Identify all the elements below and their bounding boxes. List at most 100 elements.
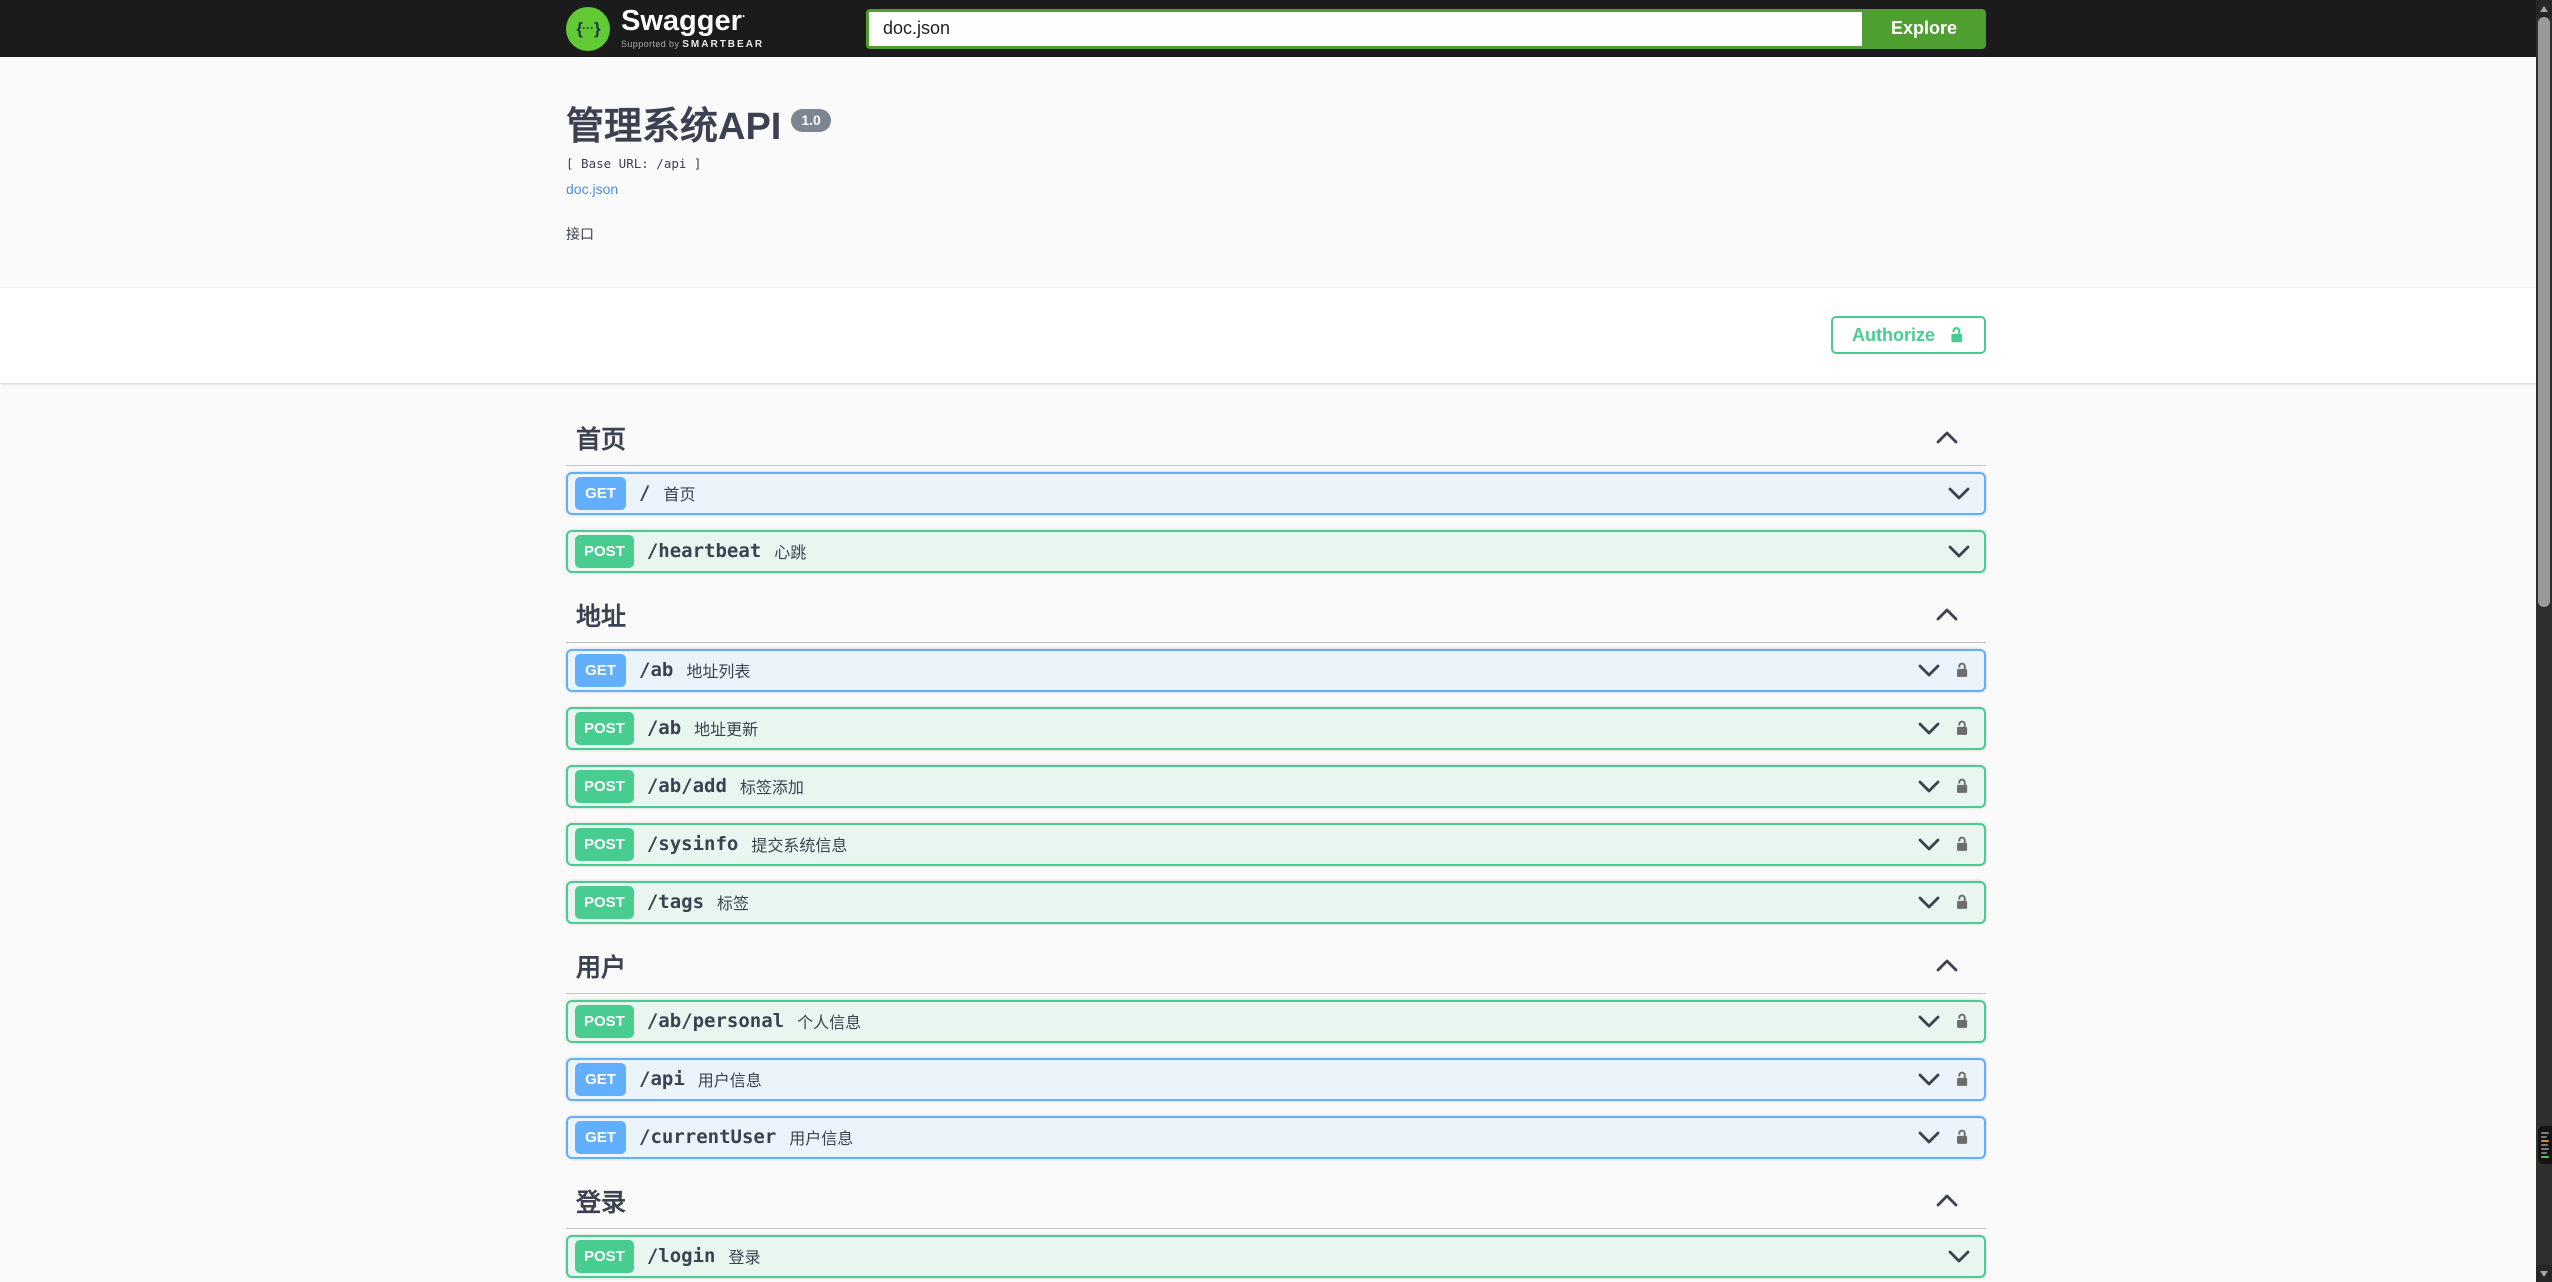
operation-row[interactable]: GET /currentUser 用户信息	[566, 1115, 1986, 1159]
lock-icon[interactable]	[1954, 718, 1970, 739]
minimap-widget	[2538, 1126, 2552, 1164]
chevron-up-icon[interactable]	[1936, 1194, 1958, 1207]
operations-list: 首页 GET / 首页 POST /heartbeat 心跳 地址 GET /a…	[566, 383, 1986, 1282]
method-badge: GET	[575, 653, 626, 687]
lock-icon[interactable]	[1954, 834, 1970, 855]
chevron-up-icon[interactable]	[1936, 959, 1958, 972]
page-title: 管理系统API 1.0	[566, 106, 1986, 149]
swagger-logo[interactable]: {···} Swagger. Supported by SMARTBEAR	[566, 6, 765, 51]
authorize-label: Authorize	[1852, 324, 1935, 345]
chevron-down-icon[interactable]	[1918, 838, 1940, 851]
api-tag-section: 用户 POST /ab/personal 个人信息 GET /api 用户信息	[566, 939, 1986, 1159]
api-tag-section: 首页 GET / 首页 POST /heartbeat 心跳	[566, 411, 1986, 573]
endpoint-summary: 用户信息	[697, 1073, 762, 1091]
endpoint-path: /api	[639, 1068, 685, 1091]
endpoint-summary: 标签	[717, 896, 750, 914]
operation-row[interactable]: POST /login 登录	[566, 1234, 1986, 1278]
explore-form: Explore	[866, 8, 1986, 49]
method-badge: POST	[575, 534, 634, 568]
chevron-down-icon[interactable]	[1948, 545, 1970, 558]
chevron-down-icon[interactable]	[1918, 1073, 1940, 1086]
info-section: 管理系统API 1.0 [ Base URL: /api ] doc.json 接…	[0, 57, 2552, 288]
endpoint-summary: 首页	[663, 487, 696, 505]
endpoint-path: /	[639, 482, 651, 505]
endpoint-path: /sysinfo	[646, 833, 739, 856]
scheme-container: Authorize	[0, 287, 2552, 383]
section-header[interactable]: 地址	[566, 588, 1986, 643]
operation-row[interactable]: POST /ab/personal 个人信息	[566, 999, 1986, 1043]
section-title: 登录	[576, 1188, 627, 1217]
endpoint-summary: 个人信息	[797, 1015, 862, 1033]
lock-icon[interactable]	[1954, 892, 1970, 913]
chevron-down-icon[interactable]	[1948, 487, 1970, 500]
chevron-down-icon[interactable]	[1948, 1250, 1970, 1263]
method-badge: POST	[575, 827, 634, 861]
scroll-up-button[interactable]	[2536, 0, 2552, 17]
lock-icon[interactable]	[1954, 1069, 1970, 1090]
version-badge: 1.0	[791, 109, 831, 133]
endpoint-summary: 地址更新	[694, 722, 759, 740]
operation-row[interactable]: POST /sysinfo 提交系统信息	[566, 822, 1986, 866]
base-url: [ Base URL: /api ]	[566, 155, 702, 171]
method-badge: GET	[575, 476, 626, 510]
operation-row[interactable]: GET / 首页	[566, 471, 1986, 515]
lock-icon[interactable]	[1954, 660, 1970, 681]
scroll-down-icon	[2540, 1270, 2548, 1277]
endpoint-path: /heartbeat	[646, 540, 762, 563]
endpoint-path: /ab/personal	[646, 1010, 785, 1033]
section-title: 用户	[576, 953, 627, 982]
authorize-button[interactable]: Authorize	[1831, 316, 1986, 355]
chevron-down-icon[interactable]	[1918, 722, 1940, 735]
scrollbar-thumb[interactable]	[2538, 17, 2550, 607]
section-title: 地址	[576, 602, 627, 631]
chevron-down-icon[interactable]	[1918, 664, 1940, 677]
explore-button[interactable]: Explore	[1862, 8, 1986, 49]
chevron-down-icon[interactable]	[1918, 1015, 1940, 1028]
operation-row[interactable]: GET /ab 地址列表	[566, 648, 1986, 692]
chevron-down-icon[interactable]	[1918, 896, 1940, 909]
method-badge: POST	[575, 769, 634, 803]
operation-row[interactable]: POST /ab 地址更新	[566, 706, 1986, 750]
method-badge: POST	[575, 711, 634, 745]
lock-icon[interactable]	[1954, 1127, 1970, 1148]
method-badge: POST	[575, 1239, 634, 1273]
endpoint-summary: 地址列表	[686, 664, 751, 682]
endpoint-path: /ab	[639, 659, 674, 682]
topbar: {···} Swagger. Supported by SMARTBEAR Ex…	[0, 0, 2552, 57]
operation-row[interactable]: POST /tags 标签	[566, 880, 1986, 924]
endpoint-summary: 提交系统信息	[751, 838, 848, 856]
operation-row[interactable]: GET /api 用户信息	[566, 1057, 1986, 1101]
chevron-up-icon[interactable]	[1936, 431, 1958, 444]
api-tag-section: 地址 GET /ab 地址列表 POST /ab 地址更新 POST /ab/a…	[566, 588, 1986, 924]
chevron-down-icon[interactable]	[1918, 780, 1940, 793]
endpoint-path: /currentUser	[639, 1126, 777, 1149]
spec-link[interactable]: doc.json	[566, 181, 618, 197]
endpoint-path: /tags	[646, 891, 705, 914]
operation-row[interactable]: POST /heartbeat 心跳	[566, 529, 1986, 573]
search-input[interactable]	[866, 8, 1862, 49]
lock-icon[interactable]	[1954, 1011, 1970, 1032]
endpoint-summary: 登录	[728, 1250, 761, 1268]
section-header[interactable]: 登录	[566, 1174, 1986, 1229]
swagger-logo-icon: {···}	[566, 6, 610, 51]
chevron-up-icon[interactable]	[1936, 608, 1958, 621]
scroll-up-icon	[2540, 5, 2548, 12]
lock-icon[interactable]	[1954, 776, 1970, 797]
scroll-down-button[interactable]	[2536, 1265, 2552, 1282]
endpoint-summary: 用户信息	[789, 1131, 854, 1149]
section-header[interactable]: 首页	[566, 411, 1986, 466]
operation-row[interactable]: POST /ab/add 标签添加	[566, 764, 1986, 808]
endpoint-summary: 心跳	[774, 545, 807, 563]
api-tag-section: 登录 POST /login 登录 POST /login/outLogin 退…	[566, 1174, 1986, 1282]
section-title: 首页	[576, 425, 627, 454]
chevron-down-icon[interactable]	[1918, 1131, 1940, 1144]
section-header[interactable]: 用户	[566, 939, 1986, 994]
unlock-icon	[1948, 325, 1965, 346]
method-badge: GET	[575, 1120, 626, 1154]
scrollbar[interactable]	[2536, 0, 2552, 1282]
method-badge: POST	[575, 885, 634, 919]
brand-subtitle: Supported by SMARTBEAR	[621, 39, 765, 50]
endpoint-path: /ab/add	[646, 775, 727, 798]
endpoint-path: /ab	[646, 717, 682, 740]
method-badge: GET	[575, 1062, 626, 1096]
